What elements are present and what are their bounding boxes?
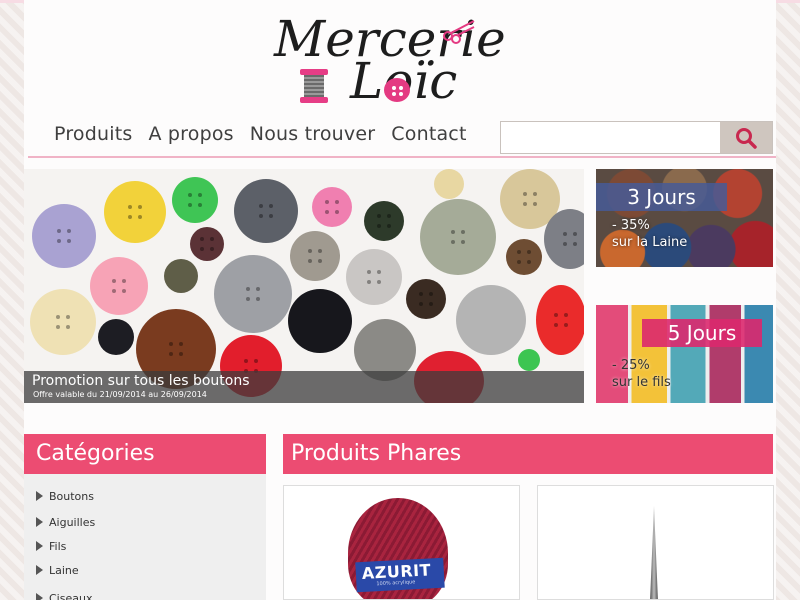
search-button[interactable]	[720, 122, 772, 153]
arrow-right-icon	[36, 565, 43, 575]
promo-banner-laine[interactable]: 3 Jours - 35% sur la Laine	[596, 169, 773, 267]
button-image	[30, 289, 96, 355]
category-item-ciseaux[interactable]: Ciseaux	[24, 586, 266, 600]
promo-label: 5 Jours	[642, 319, 762, 347]
sewing-button-icon	[384, 78, 410, 102]
search-bar	[500, 121, 773, 154]
arrow-right-icon	[36, 593, 43, 600]
button-image	[518, 349, 540, 371]
category-label: Aiguilles	[49, 515, 96, 529]
promo-text: - 25% sur le fils	[612, 357, 671, 391]
button-image	[536, 285, 584, 355]
button-image	[98, 319, 134, 355]
category-item-fils[interactable]: Fils	[24, 534, 266, 558]
category-label: Fils	[49, 539, 67, 553]
yarn-label: AZURIT 100% acrylique	[355, 557, 445, 593]
main-nav: Produits A propos Nous trouver Contact	[54, 120, 483, 154]
button-image	[234, 179, 298, 243]
hero-caption: Promotion sur tous les boutons Offre val…	[24, 371, 584, 403]
thread-spool-icon	[300, 69, 328, 103]
nav-divider	[28, 156, 776, 158]
site-logo[interactable]: Mercerie Loïc	[270, 4, 510, 106]
search-input[interactable]	[501, 122, 720, 153]
product-tag: 100% acrylique	[376, 579, 416, 588]
button-image	[90, 257, 148, 315]
featured-products-title: Produits Phares	[283, 434, 773, 474]
categories-list: Boutons Aiguilles Fils Laine Ciseaux	[24, 474, 266, 600]
hero-slider[interactable]: Promotion sur tous les boutons Offre val…	[24, 169, 584, 403]
promo-label: 3 Jours	[596, 183, 727, 211]
nav-item-nous-trouver[interactable]: Nous trouver	[250, 120, 375, 154]
button-image	[290, 231, 340, 281]
button-image	[104, 181, 166, 243]
button-image	[434, 169, 464, 199]
category-label: Laine	[49, 563, 79, 577]
promo-discount: - 35%	[612, 218, 650, 233]
category-item-aiguilles[interactable]: Aiguilles	[24, 510, 266, 534]
promo-discount: - 25%	[612, 358, 650, 373]
button-image	[346, 249, 402, 305]
arrow-right-icon	[36, 491, 43, 501]
category-item-boutons[interactable]: Boutons	[24, 484, 266, 508]
promo-text: - 35% sur la Laine	[612, 217, 687, 251]
search-icon	[736, 127, 757, 149]
category-item-laine[interactable]: Laine	[24, 558, 266, 582]
product-card-scissors[interactable]	[537, 485, 774, 600]
button-image	[544, 209, 584, 269]
scissors-image	[650, 506, 658, 599]
scissors-icon	[443, 20, 475, 44]
promo-product: sur le fils	[612, 375, 671, 390]
button-image	[406, 279, 446, 319]
promo-product: sur la Laine	[612, 235, 688, 250]
hero-subtitle: Offre valable du 21/09/2014 au 26/09/201…	[33, 390, 207, 399]
nav-item-produits[interactable]: Produits	[54, 120, 132, 154]
button-image	[164, 259, 198, 293]
promo-banner-fils[interactable]: 5 Jours - 25% sur le fils	[596, 305, 773, 403]
button-image	[288, 289, 352, 353]
arrow-right-icon	[36, 541, 43, 551]
button-image	[214, 255, 292, 333]
button-image	[506, 239, 542, 275]
button-image	[420, 199, 496, 275]
button-image	[172, 177, 218, 223]
category-label: Boutons	[49, 489, 94, 503]
category-label: Ciseaux	[49, 591, 93, 600]
button-image	[364, 201, 404, 241]
nav-item-contact[interactable]: Contact	[391, 120, 466, 154]
button-image	[312, 187, 352, 227]
product-card-yarn[interactable]: AZURIT 100% acrylique	[283, 485, 520, 600]
hero-title: Promotion sur tous les boutons	[32, 373, 250, 389]
arrow-right-icon	[36, 517, 43, 527]
button-image	[32, 204, 96, 268]
nav-item-a-propos[interactable]: A propos	[148, 120, 233, 154]
button-image	[456, 285, 526, 355]
button-image	[190, 227, 224, 261]
categories-panel: Catégories Boutons Aiguilles Fils Laine …	[24, 434, 266, 600]
categories-title: Catégories	[24, 434, 266, 474]
